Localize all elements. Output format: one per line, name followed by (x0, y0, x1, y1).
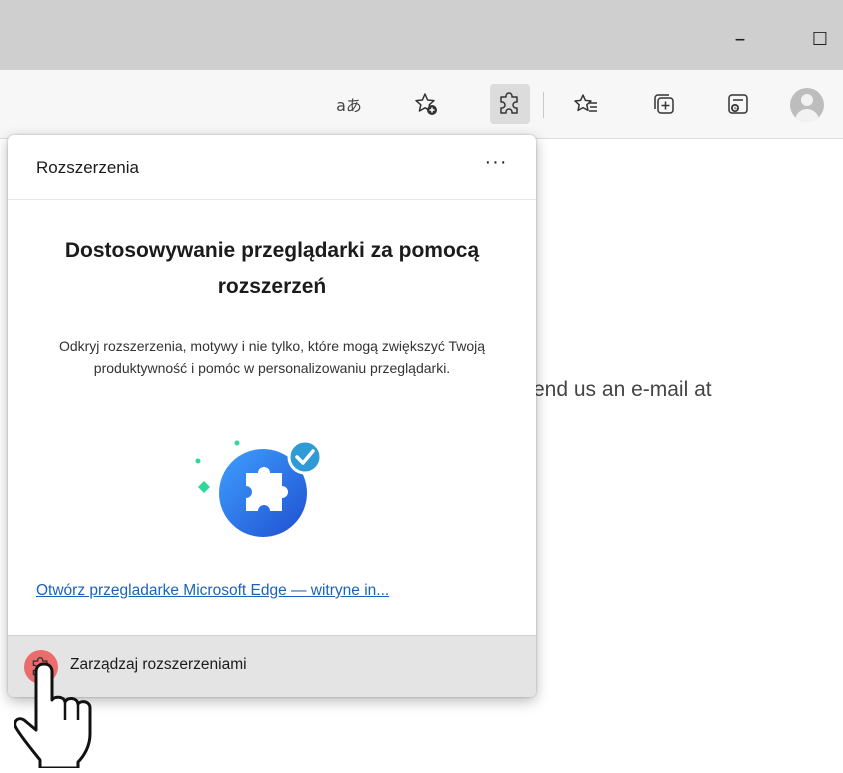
profile-icon (801, 94, 813, 106)
profile-body-shape (795, 109, 819, 122)
browser-toolbar: aあ (0, 70, 843, 139)
sparkle-icon (234, 440, 240, 446)
more-options-button[interactable]: ··· (478, 149, 514, 179)
collections-icon[interactable] (644, 84, 684, 124)
maximize-button[interactable]: ☐ (806, 26, 834, 54)
sparkle-icon (198, 481, 210, 493)
sparkle-icon (195, 458, 201, 464)
read-aloud-icon[interactable]: aあ (329, 84, 369, 124)
hand-cursor-icon (13, 660, 114, 770)
profile-avatar[interactable] (790, 88, 824, 122)
extensions-icon[interactable] (490, 84, 530, 124)
favorites-icon[interactable] (566, 84, 606, 124)
web-capture-icon[interactable] (718, 84, 758, 124)
panel-description: Odkryj rozszerzenia, motywy i nie tylko,… (58, 338, 486, 376)
title-bar: – ☐ (0, 0, 843, 70)
checkmark-badge-icon (287, 439, 323, 475)
edge-addons-link[interactable]: Otwórz przegladarke Microsoft Edge — wit… (36, 582, 389, 600)
page-content-text: end us an e-mail at (533, 378, 712, 401)
toolbar-separator (543, 92, 544, 118)
minimize-button[interactable]: – (726, 26, 754, 54)
panel-headline: Dostosowywanie przeglądarki za pomocą ro… (64, 239, 480, 298)
extensions-panel: Rozszerzenia ··· Dostosowywanie przegląd… (8, 135, 536, 697)
extensions-illustration (188, 431, 348, 551)
add-favorite-icon[interactable] (406, 84, 446, 124)
panel-title: Rozszerzenia (36, 158, 139, 177)
panel-divider (8, 199, 536, 200)
